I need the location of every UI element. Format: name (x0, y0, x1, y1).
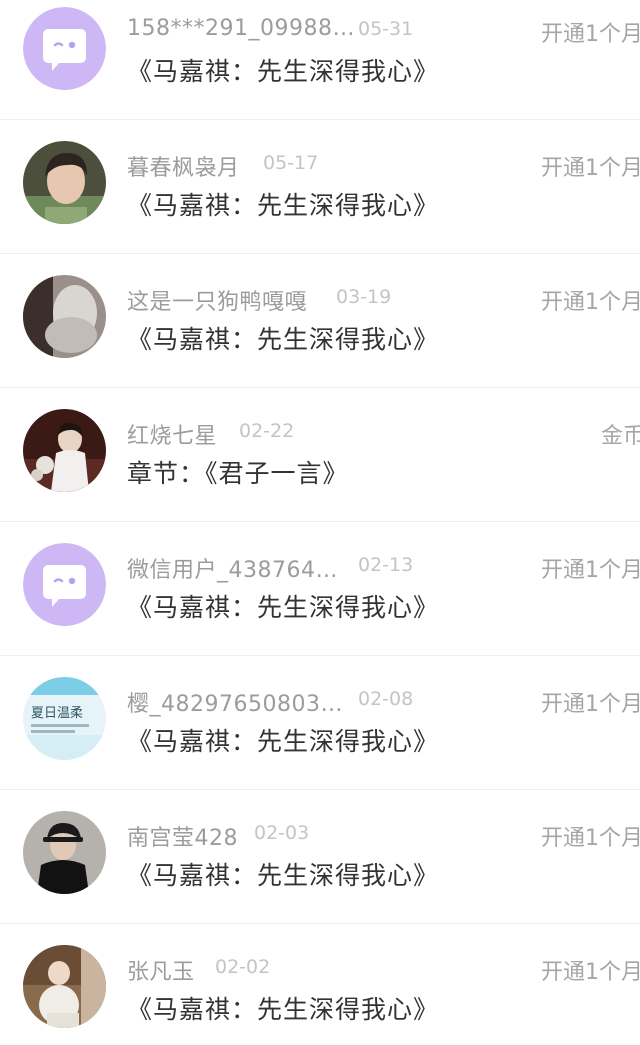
user-photo-icon[interactable] (23, 275, 106, 358)
subscription-status: 开通1个月 (541, 826, 640, 851)
list-item[interactable]: 南宫莹428 02-03 《马嘉祺：先生深得我心》 开通1个月 (0, 790, 640, 924)
user-photo-icon[interactable] (23, 409, 106, 492)
user-photo-icon[interactable] (23, 811, 106, 894)
subscription-status: 开通1个月 (541, 290, 640, 315)
item-title: 《马嘉祺：先生深得我心》 (127, 727, 440, 756)
item-title: 《马嘉祺：先生深得我心》 (127, 191, 440, 220)
user-name: 南宫莹428 (127, 826, 238, 851)
item-title: 《马嘉祺：先生深得我心》 (127, 325, 440, 354)
list-item[interactable]: 这是一只狗鸭嘎嘎 03-19 《马嘉祺：先生深得我心》 开通1个月 (0, 254, 640, 388)
user-name: 这是一只狗鸭嘎嘎 (127, 290, 308, 315)
subscription-status: 开通1个月 (541, 960, 640, 985)
record-date: 03-19 (336, 286, 392, 308)
purchase-record-list: 158***291_09988… 05-31 《马嘉祺：先生深得我心》 开通1个… (0, 0, 640, 1045)
user-name: 暮春枫袅月 (127, 156, 240, 181)
list-item[interactable]: 158***291_09988… 05-31 《马嘉祺：先生深得我心》 开通1个… (0, 0, 640, 120)
user-name: 158***291_09988… (127, 16, 355, 41)
subscription-status: 开通1个月 (541, 558, 640, 583)
record-date: 02-08 (358, 688, 414, 710)
subscription-status: 开通1个月 (541, 22, 640, 47)
user-name: 樱_48297650803… (127, 692, 343, 717)
record-date: 05-17 (263, 152, 319, 174)
item-title: 章节：《君子一言》 (127, 459, 349, 488)
list-item[interactable]: 暮春枫袅月 05-17 《马嘉祺：先生深得我心》 开通1个月 (0, 120, 640, 254)
list-item[interactable]: 张凡玉 02-02 《马嘉祺：先生深得我心》 开通1个月 (0, 924, 640, 1045)
subscription-status: 开通1个月 (541, 692, 640, 717)
default-avatar-icon[interactable] (23, 543, 106, 626)
record-date: 02-03 (254, 822, 310, 844)
avatar-card-text: 夏日温柔 (31, 706, 83, 721)
user-name: 微信用户_438764… (127, 558, 338, 583)
list-item[interactable]: 微信用户_438764… 02-13 《马嘉祺：先生深得我心》 开通1个月 (0, 522, 640, 656)
item-title: 《马嘉祺：先生深得我心》 (127, 861, 440, 890)
user-name: 红烧七星 (127, 424, 218, 449)
user-photo-icon[interactable] (23, 141, 106, 224)
list-item[interactable]: 红烧七星 02-22 章节：《君子一言》 金币 (0, 388, 640, 522)
item-title: 《马嘉祺：先生深得我心》 (127, 57, 440, 86)
record-date: 02-02 (215, 956, 271, 978)
record-date: 02-13 (358, 554, 414, 576)
item-title: 《马嘉祺：先生深得我心》 (127, 995, 440, 1024)
record-date: 05-31 (358, 18, 414, 40)
user-photo-icon[interactable] (23, 945, 106, 1028)
user-photo-icon[interactable]: 夏日温柔 (23, 677, 106, 760)
record-date: 02-22 (239, 420, 295, 442)
list-item[interactable]: 夏日温柔 樱_48297650803… 02-08 《马嘉祺：先生深得我心》 开… (0, 656, 640, 790)
item-title: 《马嘉祺：先生深得我心》 (127, 593, 440, 622)
default-avatar-icon[interactable] (23, 7, 106, 90)
coin-label: 金币 (601, 424, 640, 449)
user-name: 张凡玉 (127, 960, 195, 985)
subscription-status: 开通1个月 (541, 156, 640, 181)
